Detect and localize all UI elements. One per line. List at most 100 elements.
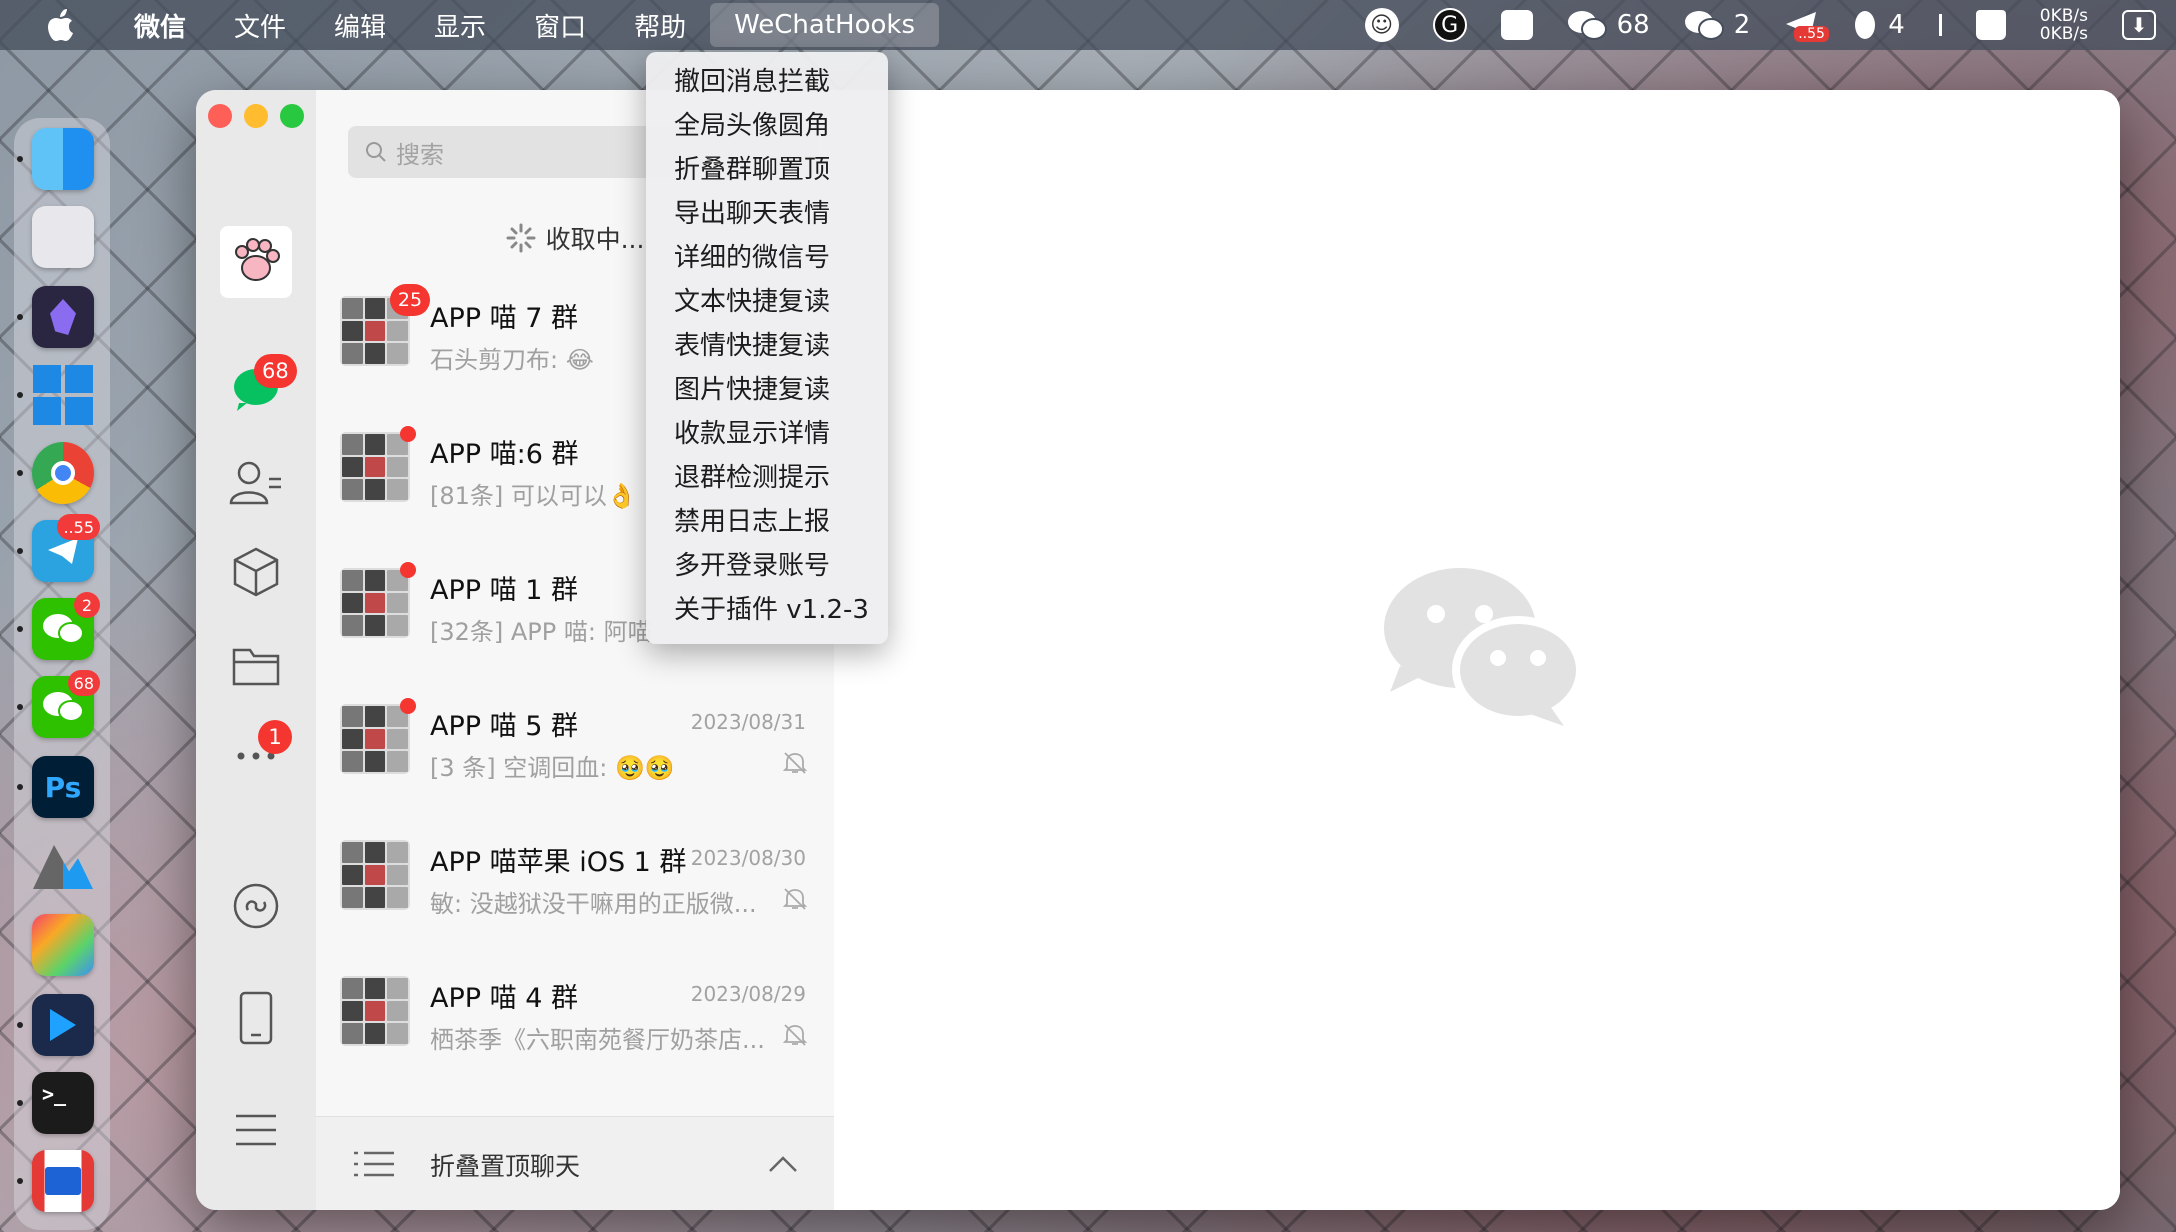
sidebar-settings-menu[interactable] bbox=[226, 1100, 286, 1160]
status-wechat-2[interactable]: 2 bbox=[1684, 9, 1751, 41]
hamburger-menu-icon bbox=[236, 1114, 276, 1146]
net-download: 0KB/s bbox=[2039, 24, 2088, 44]
paw-avatar-icon bbox=[235, 238, 280, 281]
paper-plane-icon bbox=[48, 538, 78, 564]
wechat-count-2: 2 bbox=[1733, 10, 1751, 40]
chat-date: 2023/08/30 bbox=[690, 846, 806, 870]
menu-item-round-avatars[interactable]: 全局头像圆角 bbox=[646, 104, 888, 148]
menu-edit[interactable]: 编辑 bbox=[310, 3, 410, 47]
network-speed[interactable]: 0KB/s 0KB/s bbox=[2040, 7, 2088, 43]
chat-row[interactable]: APP 喵 4 群 2023/08/29 栖茶季《六职南苑餐厅奶茶店... bbox=[316, 946, 834, 1082]
dock-running-dot bbox=[17, 392, 23, 398]
dock-running-dot bbox=[17, 314, 23, 320]
sidebar-more[interactable]: 1 bbox=[226, 720, 292, 786]
dock-finalcut-icon[interactable] bbox=[32, 914, 94, 976]
menu-item-export-stickers[interactable]: 导出聊天表情 bbox=[646, 192, 888, 236]
menu-window[interactable]: 窗口 bbox=[510, 3, 610, 47]
chat-row[interactable]: APP 喵 5 群 2023/08/31 [3 条] 空调回血: 🥹🥹 bbox=[316, 674, 834, 810]
dock-affinity-icon[interactable] bbox=[32, 836, 94, 898]
status-qq[interactable]: 4 bbox=[1852, 9, 1905, 41]
menu-item-multi-login[interactable]: 多开登录账号 bbox=[646, 544, 888, 588]
fold-pinned-chats-bar[interactable]: 折叠置顶聊天 bbox=[316, 1116, 834, 1210]
dock-finder-icon[interactable] bbox=[32, 128, 94, 190]
menu-item-detailed-wechat-id[interactable]: 详细的微信号 bbox=[646, 236, 888, 280]
apple-menu-icon[interactable] bbox=[40, 5, 80, 45]
chat-date: 2023/08/29 bbox=[690, 982, 806, 1006]
dock-running-dot bbox=[17, 784, 23, 790]
g-hub-icon[interactable]: G bbox=[1432, 8, 1467, 42]
chat-name: APP 喵 1 群 bbox=[430, 575, 578, 606]
dock-obsidian-icon[interactable] bbox=[32, 286, 94, 348]
sidebar-contacts[interactable] bbox=[226, 452, 286, 512]
menu-file[interactable]: 文件 bbox=[210, 3, 310, 47]
close-button[interactable] bbox=[208, 104, 232, 128]
menu-item-text-repeat[interactable]: 文本快捷复读 bbox=[646, 280, 888, 324]
minimize-button[interactable] bbox=[244, 104, 268, 128]
unread-dot bbox=[400, 698, 416, 714]
dock-running-dot bbox=[17, 1100, 23, 1106]
user-avatar[interactable] bbox=[220, 226, 292, 298]
chat-last-message: [3 条] 空调回血: 🥹🥹 bbox=[430, 754, 675, 782]
chat-row[interactable]: APP 喵苹果 iOS 1 群 2023/08/30 敏: 没越狱没干嘛用的正版… bbox=[316, 810, 834, 946]
chat-name: APP 喵 4 群 bbox=[430, 983, 578, 1014]
qq-penguin-icon bbox=[1855, 11, 1876, 39]
dock-infuse-icon[interactable] bbox=[32, 994, 94, 1056]
main-chat-area bbox=[834, 90, 2120, 1210]
sidebar-mini-programs[interactable] bbox=[226, 876, 286, 936]
dock-windows-icon[interactable] bbox=[32, 364, 94, 426]
dock-telegram-badge: ..55 bbox=[57, 514, 100, 540]
smiley-icon[interactable]: ☺ bbox=[1364, 8, 1399, 42]
sidebar-favorites[interactable] bbox=[226, 542, 286, 602]
status-wechat-1[interactable]: 68 bbox=[1567, 9, 1650, 41]
menu-item-payment-details[interactable]: 收款显示详情 bbox=[646, 412, 888, 456]
cat-icon[interactable] bbox=[1975, 10, 2006, 40]
group-avatar bbox=[340, 568, 410, 638]
dock-wechat-icon[interactable]: 2 bbox=[32, 592, 100, 660]
group-avatar bbox=[340, 704, 410, 774]
menu-item-disable-log-report[interactable]: 禁用日志上报 bbox=[646, 500, 888, 544]
menu-item-sticker-repeat[interactable]: 表情快捷复读 bbox=[646, 324, 888, 368]
chevron-up-icon[interactable] bbox=[768, 1155, 798, 1173]
sidebar-chats[interactable]: 68 bbox=[226, 354, 297, 420]
qq-count: 4 bbox=[1888, 10, 1905, 40]
dock-telegram-icon[interactable]: ..55 bbox=[32, 514, 100, 582]
dock-running-dot bbox=[17, 1178, 23, 1184]
telegram-status-badge: ..55 bbox=[1794, 26, 1829, 42]
menu-item-recall-block[interactable]: 撤回消息拦截 bbox=[646, 60, 888, 104]
menu-view[interactable]: 显示 bbox=[410, 3, 510, 47]
receiving-label: 收取中... bbox=[545, 225, 645, 254]
chat-name: APP 喵 7 群 bbox=[430, 303, 578, 334]
menu-item-quit-group-alert[interactable]: 退群检测提示 bbox=[646, 456, 888, 500]
menu-item-about-plugin[interactable]: 关于插件 v1.2-3 bbox=[646, 588, 888, 632]
dock-terminal-icon[interactable]: >_ bbox=[32, 1072, 94, 1134]
notes-icon[interactable] bbox=[1500, 10, 1533, 40]
menu-item-fold-pinned-groups[interactable]: 折叠群聊置顶 bbox=[646, 148, 888, 192]
menu-app-wechat[interactable]: 微信 bbox=[110, 3, 210, 47]
menu-wechathooks[interactable]: WeChatHooks bbox=[710, 3, 940, 47]
dock-wechat-icon[interactable]: 68 bbox=[32, 670, 100, 738]
mute-bell-icon bbox=[782, 1024, 808, 1046]
dock-remote-desktop-icon[interactable] bbox=[32, 1150, 94, 1212]
wechat-sidebar: 68 1 bbox=[196, 90, 316, 1210]
group-avatar bbox=[340, 976, 410, 1046]
dock-photoshop-icon[interactable]: Ps bbox=[32, 756, 94, 818]
list-icon bbox=[354, 1151, 394, 1177]
dock-launchpad-icon[interactable] bbox=[32, 206, 94, 268]
fold-pinned-label: 折叠置顶聊天 bbox=[430, 1152, 581, 1181]
sidebar-files[interactable] bbox=[226, 636, 286, 696]
menu-help[interactable]: 帮助 bbox=[610, 3, 710, 47]
menu-item-image-repeat[interactable]: 图片快捷复读 bbox=[646, 368, 888, 412]
dock-running-dot bbox=[17, 470, 23, 476]
dock-chrome-icon[interactable] bbox=[32, 442, 94, 504]
text-cursor-icon[interactable] bbox=[1938, 14, 1942, 36]
chat-date: 2023/08/31 bbox=[690, 710, 806, 734]
loading-spinner-icon bbox=[506, 223, 536, 253]
zoom-button[interactable] bbox=[280, 104, 304, 128]
download-icon[interactable]: ⬇ bbox=[2122, 10, 2156, 40]
unread-dot bbox=[400, 562, 416, 578]
status-telegram[interactable]: ..55 bbox=[1784, 10, 1829, 42]
mute-bell-icon bbox=[782, 888, 808, 910]
wechat-count-1: 68 bbox=[1616, 10, 1650, 40]
search-icon bbox=[366, 142, 386, 162]
sidebar-phone[interactable] bbox=[226, 988, 286, 1048]
